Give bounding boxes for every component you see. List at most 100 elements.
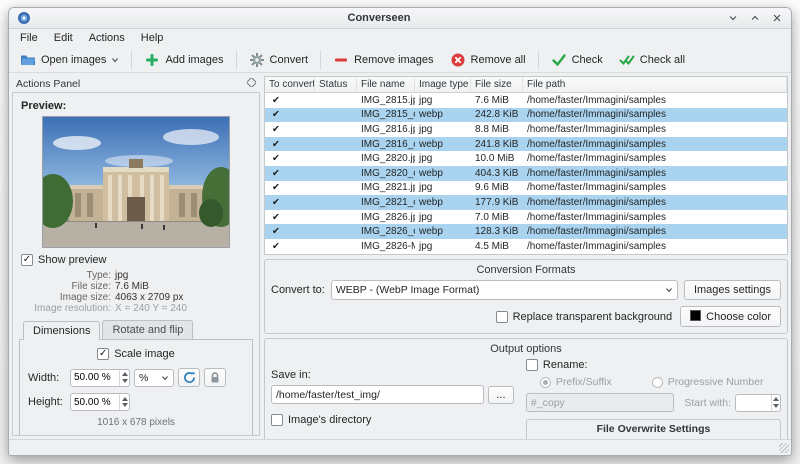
choose-color-button[interactable]: Choose color	[680, 306, 781, 327]
file-table[interactable]: To convert Status File name Image type F…	[264, 76, 788, 255]
row-image-type: jpg	[419, 182, 433, 194]
start-with-spinner[interactable]	[735, 393, 781, 412]
menu-actions[interactable]: Actions	[82, 31, 132, 45]
table-row[interactable]: ✔ IMG_2826-M... jpg 4.5 MiB /home/faster…	[265, 239, 787, 254]
menu-help[interactable]: Help	[134, 31, 171, 45]
toolbar-separator	[131, 50, 133, 69]
toolbar-separator	[235, 50, 237, 69]
table-row[interactable]: ✔ IMG_2820_co... webp 404.3 KiB /home/fa…	[265, 165, 787, 181]
row-image-type: jpg	[419, 123, 433, 135]
prefix-suffix-label: Prefix/Suffix	[555, 376, 612, 388]
convert-gear-icon	[249, 52, 265, 68]
refresh-button[interactable]	[178, 368, 200, 387]
col-image-type[interactable]: Image type	[415, 77, 471, 92]
preview-image	[42, 116, 230, 248]
close-button[interactable]	[771, 12, 783, 24]
images-directory-checkbox[interactable]: Image's directory	[271, 414, 514, 426]
conversion-formats-group: Conversion Formats Convert to: WEBP - (W…	[264, 259, 788, 334]
row-check-icon[interactable]: ✔	[265, 124, 315, 135]
spin-arrows-icon[interactable]	[770, 394, 780, 411]
format-select[interactable]: WEBP - (WebP Image Format)	[330, 280, 678, 300]
open-images-button[interactable]: Open images	[13, 49, 126, 71]
maximize-button[interactable]	[749, 12, 761, 24]
row-check-icon[interactable]: ✔	[265, 212, 315, 223]
col-to-convert[interactable]: To convert	[265, 77, 315, 92]
actions-panel-title: Actions Panel	[16, 78, 81, 90]
checkbox-icon	[21, 254, 33, 266]
row-check-icon[interactable]: ✔	[265, 139, 315, 150]
row-check-icon[interactable]: ✔	[265, 95, 315, 106]
convert-button[interactable]: Convert	[242, 49, 316, 71]
table-row[interactable]: ✔ IMG_2826_co... webp 128.3 KiB /home/fa…	[265, 224, 787, 239]
spin-arrows-icon[interactable]	[119, 394, 129, 410]
width-input[interactable]	[71, 369, 120, 386]
table-row[interactable]: ✔ IMG_2820.jpg jpg 10.0 MiB /home/faster…	[265, 151, 787, 166]
check-all-icon	[619, 52, 635, 68]
spin-arrows-icon[interactable]	[119, 369, 129, 386]
col-status[interactable]: Status	[315, 77, 357, 92]
table-row[interactable]: ✔ IMG_2816_co... webp 241.8 KiB /home/fa…	[265, 136, 787, 152]
unit-select[interactable]: %	[134, 368, 174, 387]
row-check-icon[interactable]: ✔	[265, 197, 315, 208]
menu-edit[interactable]: Edit	[47, 31, 80, 45]
checkbox-icon	[271, 414, 283, 426]
images-settings-button[interactable]: Images settings	[683, 280, 781, 300]
table-row[interactable]: ✔ IMG_2826.jpg jpg 7.0 MiB /home/faster/…	[265, 210, 787, 225]
row-file-path: /home/faster/Immagini/samples	[527, 211, 666, 223]
save-path-input[interactable]	[271, 385, 484, 404]
result-pixels-text: 1016 x 678 pixels	[97, 417, 175, 428]
undock-icon[interactable]	[245, 76, 258, 90]
col-file-name[interactable]: File name	[357, 77, 415, 92]
lock-button[interactable]	[204, 368, 226, 387]
row-check-icon[interactable]: ✔	[265, 182, 315, 193]
table-row[interactable]: ✔ IMG_2815_co... webp 242.8 KiB /home/fa…	[265, 107, 787, 123]
table-row[interactable]: ✔ IMG_2815.jpg jpg 7.6 MiB /home/faster/…	[265, 93, 787, 108]
resize-grip[interactable]	[779, 443, 789, 453]
tab-rotate-flip[interactable]: Rotate and flip	[102, 320, 194, 339]
start-with-input[interactable]	[736, 394, 771, 411]
prefix-suffix-radio[interactable]: Prefix/Suffix	[539, 376, 612, 388]
table-row[interactable]: ✔ IMG_2821_co... webp 177.9 KiB /home/fa…	[265, 195, 787, 210]
table-row[interactable]: ✔ IMG_2821.jpg jpg 9.6 MiB /home/faster/…	[265, 181, 787, 196]
row-check-icon[interactable]: ✔	[265, 168, 315, 179]
replace-transparent-checkbox[interactable]: Replace transparent background	[495, 310, 672, 323]
row-check-icon[interactable]: ✔	[265, 241, 315, 252]
add-images-button[interactable]: Add images	[137, 49, 230, 71]
scale-image-checkbox[interactable]: Scale image	[28, 348, 244, 360]
remove-images-button[interactable]: Remove images	[326, 49, 440, 71]
col-file-size[interactable]: File size	[471, 77, 523, 92]
image-size-label: Image size:	[59, 292, 111, 303]
unit-value: %	[139, 371, 149, 384]
row-file-size: 8.8 MiB	[475, 123, 509, 135]
height-spinner[interactable]	[70, 393, 130, 411]
width-spinner[interactable]	[70, 368, 130, 387]
col-file-path[interactable]: File path	[523, 77, 787, 92]
row-file-path: /home/faster/Immagini/samples	[527, 138, 666, 150]
rename-pattern-input[interactable]	[525, 393, 675, 412]
row-image-type: webp	[419, 138, 443, 150]
height-input[interactable]	[71, 394, 120, 410]
rename-label: Rename:	[542, 359, 588, 371]
row-check-icon[interactable]: ✔	[265, 226, 315, 237]
row-check-icon[interactable]: ✔	[265, 153, 315, 164]
browse-button[interactable]: ...	[487, 385, 514, 404]
minimize-button[interactable]	[727, 12, 739, 24]
remove-all-button[interactable]: Remove all	[443, 49, 533, 71]
rename-checkbox[interactable]: Rename:	[525, 359, 781, 371]
table-row[interactable]: ✔ IMG_2816.jpg jpg 8.8 MiB /home/faster/…	[265, 122, 787, 137]
check-all-button[interactable]: Check all	[612, 49, 692, 71]
check-all-label: Check all	[639, 53, 686, 66]
check-button[interactable]: Check	[544, 49, 610, 71]
radio-icon	[539, 376, 551, 388]
row-image-type: jpg	[419, 211, 433, 223]
dimension-tabs: Dimensions Rotate and flip	[19, 320, 253, 340]
row-check-icon[interactable]: ✔	[265, 109, 315, 120]
tab-dimensions[interactable]: Dimensions	[23, 321, 101, 340]
progressive-number-radio[interactable]: Progressive Number	[651, 376, 763, 388]
add-plus-icon	[144, 52, 160, 68]
row-file-name: IMG_2826-M...	[361, 240, 415, 252]
show-preview-checkbox[interactable]: Show preview	[21, 254, 253, 266]
remove-images-label: Remove images	[354, 53, 434, 66]
titlebar[interactable]: Converseen	[9, 8, 791, 29]
menu-file[interactable]: File	[13, 31, 45, 45]
